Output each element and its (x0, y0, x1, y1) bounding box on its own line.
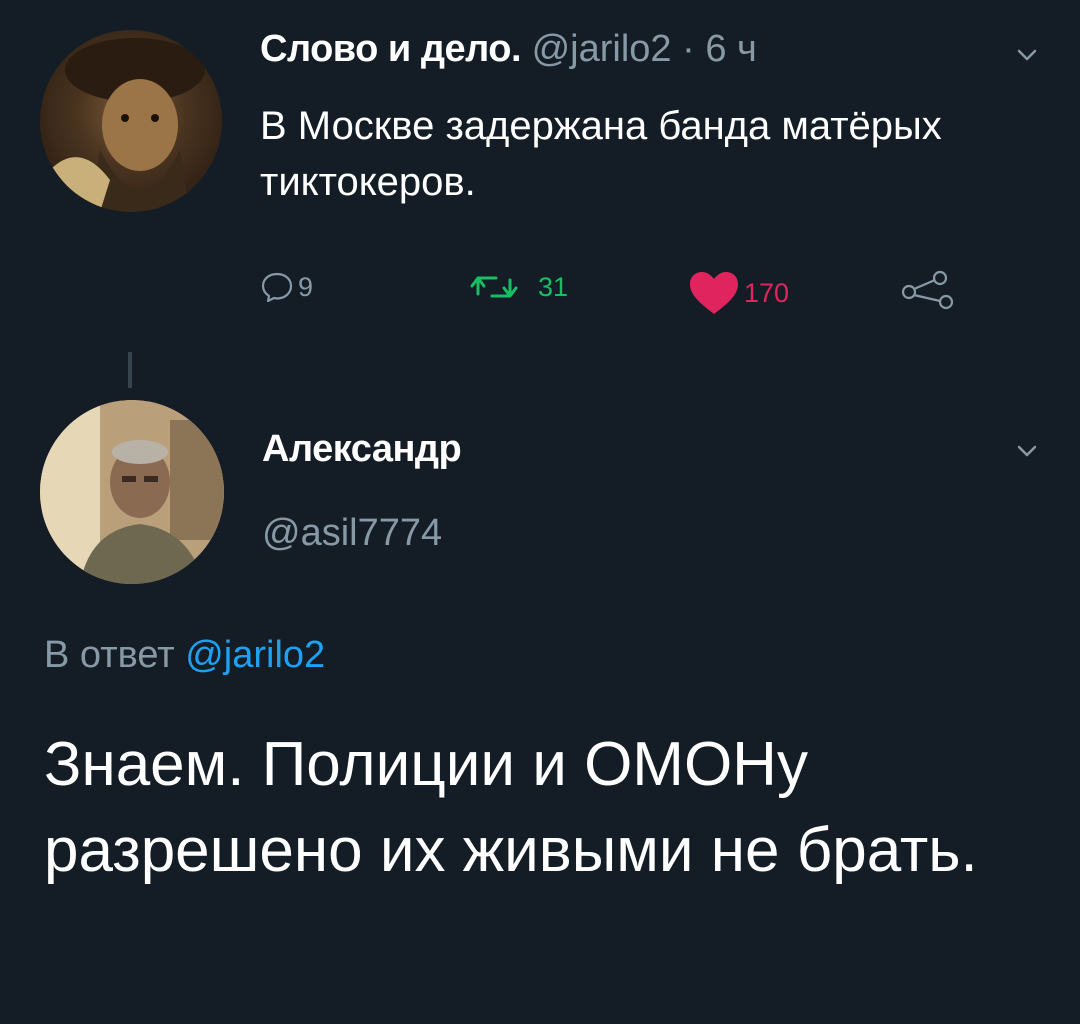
thread-connector-line (128, 352, 132, 388)
tweet-header: Слово и дело. @jarilo2 · 6 ч (260, 28, 757, 71)
like-button[interactable]: 170 (688, 270, 789, 316)
reply-author-avatar[interactable] (40, 400, 224, 584)
separator-dot: · (682, 28, 695, 70)
reply-prefix: В ответ (44, 634, 175, 676)
reply-button[interactable]: 9 (260, 270, 313, 304)
avatar-portrait-image (40, 38, 205, 212)
tweet-timestamp[interactable]: 6 ч (705, 28, 757, 70)
chevron-down-icon (1017, 49, 1037, 61)
share-button[interactable] (900, 270, 956, 310)
reply-author-name[interactable]: Александр (262, 428, 462, 471)
retweet-count: 31 (538, 271, 569, 302)
share-icon (901, 270, 954, 310)
reply-to-link[interactable]: @jarilo2 (185, 634, 325, 676)
reply-tweet-text: Знаем. Полиции и ОМОНу разрешено их живы… (44, 730, 978, 885)
reply-context: В ответ @jarilo2 (44, 634, 325, 677)
avatar-portrait-image (40, 400, 224, 584)
reply-count: 9 (298, 271, 314, 302)
heart-icon (690, 272, 738, 314)
reply-menu-button[interactable] (1016, 440, 1038, 462)
tweet-text: В Москве задержана банда матёрых тиктоке… (260, 104, 942, 204)
retweet-button[interactable]: 31 (470, 270, 568, 304)
author-handle[interactable]: @jarilo2 (532, 28, 672, 70)
author-name[interactable]: Слово и дело. (260, 28, 522, 70)
reply-author-handle[interactable]: @asil7774 (262, 512, 442, 555)
like-count: 170 (744, 277, 790, 308)
chevron-down-icon (1017, 445, 1037, 457)
author-avatar[interactable] (40, 30, 222, 212)
reply-icon (261, 272, 293, 303)
retweet-icon (470, 276, 518, 298)
tweet-menu-button[interactable] (1016, 44, 1038, 66)
